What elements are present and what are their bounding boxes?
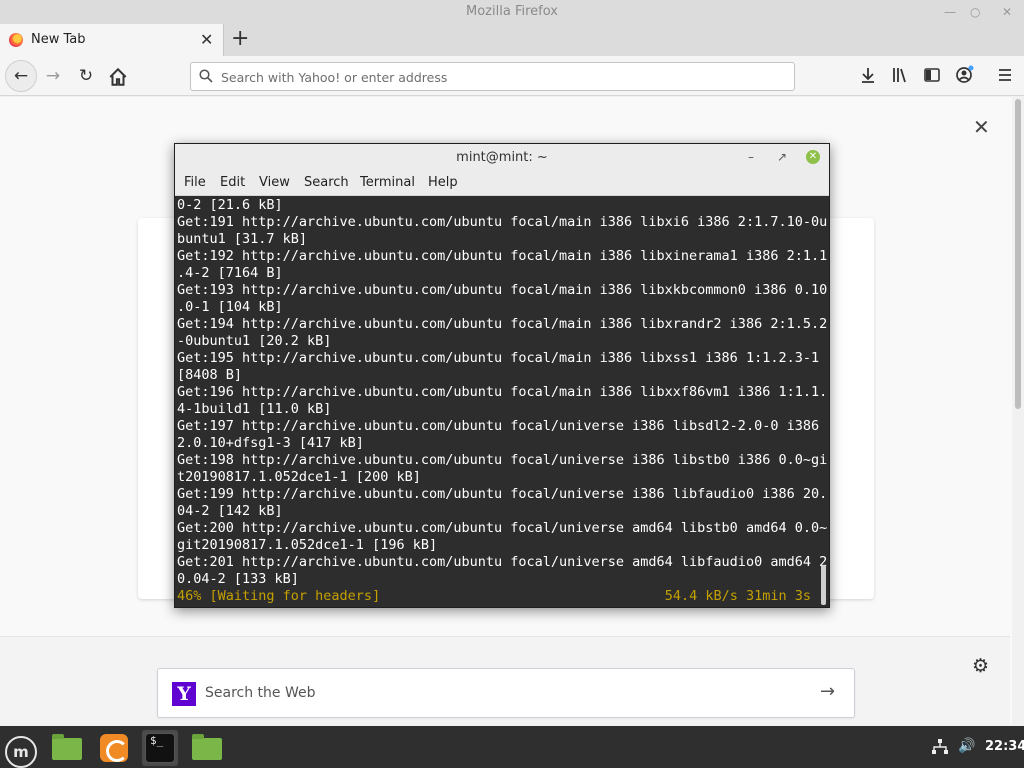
dismiss-icon[interactable]: ✕ <box>973 115 990 139</box>
menu-terminal[interactable]: Terminal <box>360 175 415 190</box>
tab-strip: New Tab ✕ + <box>0 24 1024 56</box>
search-arrow-icon[interactable]: → <box>820 681 835 702</box>
menu-edit[interactable]: Edit <box>220 175 245 190</box>
terminal-minimize-icon[interactable]: – <box>748 144 754 171</box>
terminal-icon: $_ <box>145 733 175 763</box>
mint-logo-icon: m <box>5 736 37 768</box>
terminal-close-icon[interactable]: ✕ <box>806 150 820 164</box>
browser-window-title: Mozilla Firefox <box>466 4 558 19</box>
tab-title: New Tab <box>31 32 86 47</box>
terminal-scrollbar-thumb[interactable] <box>821 565 826 605</box>
yahoo-logo-icon: Y <box>172 682 196 706</box>
reload-icon[interactable]: ↻ <box>75 65 97 87</box>
search-icon <box>199 69 213 83</box>
browser-titlebar: Mozilla Firefox — ○ ✕ <box>0 0 1024 24</box>
files-folder-icon <box>192 734 222 760</box>
new-tab-icon[interactable]: + <box>231 26 249 51</box>
terminal-titlebar[interactable]: mint@mint: ~ – ↗ ✕ <box>175 144 829 171</box>
taskbar: m $_ 🔊 22:34 <box>0 726 1024 768</box>
files-launcher[interactable] <box>188 730 224 766</box>
terminal-menubar: File Edit View Search Terminal Help <box>175 171 829 196</box>
menu-help[interactable]: Help <box>428 175 458 190</box>
terminal-scrollbar[interactable] <box>820 197 828 607</box>
forward-arrow-icon[interactable]: → <box>42 65 64 87</box>
firefox-icon <box>100 734 128 762</box>
back-arrow-icon[interactable]: ← <box>10 65 32 87</box>
page-scrollbar-thumb[interactable] <box>1015 99 1021 409</box>
terminal-title: mint@mint: ~ <box>456 150 548 165</box>
settings-gear-icon[interactable]: ⚙ <box>972 655 989 677</box>
navigation-toolbar: ← → ↻ <box>0 56 1024 96</box>
apt-speed-eta: 54.4 kB/s 31min 3s <box>664 588 811 604</box>
menu-search[interactable]: Search <box>304 175 349 190</box>
network-icon[interactable] <box>931 738 949 756</box>
desktop-folder-icon <box>52 734 82 760</box>
firefox-favicon-icon <box>9 33 23 47</box>
page-scrollbar[interactable] <box>1012 97 1024 725</box>
clock[interactable]: 22:34 <box>985 739 1024 754</box>
menu-file[interactable]: File <box>184 175 206 190</box>
address-bar[interactable] <box>190 62 795 91</box>
show-desktop-button[interactable] <box>48 730 84 766</box>
terminal-output[interactable]: 0-2 [21.6 kB] Get:191 http://archive.ubu… <box>175 197 829 607</box>
maximize-icon[interactable]: ○ <box>970 0 980 24</box>
tab-new-tab[interactable]: New Tab ✕ <box>0 24 224 56</box>
close-window-icon[interactable]: ✕ <box>1002 0 1012 24</box>
terminal-launcher[interactable]: $_ <box>142 730 178 766</box>
sidebar-icon[interactable] <box>922 65 942 85</box>
terminal-window[interactable]: mint@mint: ~ – ↗ ✕ File Edit View Search… <box>174 143 830 608</box>
account-icon[interactable] <box>954 65 974 85</box>
terminal-status-line: 46% [Waiting for headers] 54.4 kB/s 31mi… <box>177 588 817 605</box>
firefox-launcher[interactable] <box>96 730 132 766</box>
downloads-icon[interactable] <box>858 65 878 85</box>
web-search-label: Search the Web <box>205 685 316 701</box>
volume-icon[interactable]: 🔊 <box>958 738 975 754</box>
address-input[interactable] <box>221 67 781 87</box>
menu-view[interactable]: View <box>259 175 290 190</box>
terminal-text: 0-2 [21.6 kB] Get:191 http://archive.ubu… <box>177 197 828 587</box>
library-icon[interactable] <box>890 65 910 85</box>
minimize-icon[interactable]: — <box>944 0 956 24</box>
close-tab-icon[interactable]: ✕ <box>200 30 213 49</box>
web-search-box[interactable]: Y Search the Web → <box>157 668 855 718</box>
terminal-maximize-icon[interactable]: ↗ <box>777 144 787 171</box>
apt-progress: 46% [Waiting for headers] <box>177 588 381 604</box>
menu-icon[interactable] <box>995 65 1015 85</box>
home-icon[interactable] <box>107 66 129 88</box>
menu-button[interactable]: m <box>0 730 37 768</box>
